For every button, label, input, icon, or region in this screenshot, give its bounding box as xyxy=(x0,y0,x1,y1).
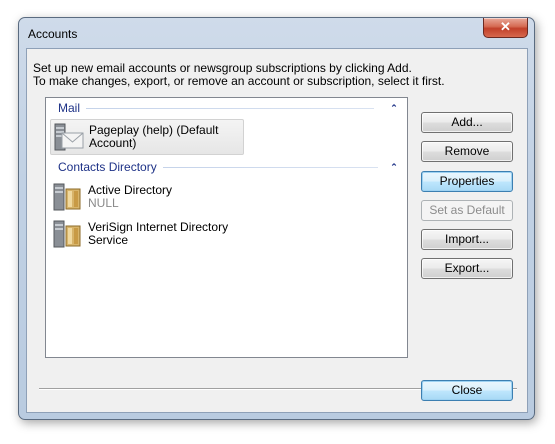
group-header-label: Mail xyxy=(58,101,81,115)
group-divider xyxy=(86,107,375,109)
instructions-line-2: To make changes, export, or remove an ac… xyxy=(33,74,445,88)
close-icon: ✕ xyxy=(500,19,511,34)
import-button[interactable]: Import... xyxy=(421,229,513,250)
properties-button[interactable]: Properties xyxy=(421,171,513,192)
list-item-verisign-directory[interactable]: VeriSign Internet Directory Service xyxy=(50,217,244,253)
set-as-default-button: Set as Default xyxy=(421,200,513,221)
dialog-client-area: Set up new email accounts or newsgroup s… xyxy=(26,48,528,413)
directory-name: VeriSign Internet Directory Service xyxy=(88,220,229,247)
group-header-contacts-directory[interactable]: Contacts Directory xyxy=(58,160,403,174)
mail-envelope-icon xyxy=(53,121,85,153)
accounts-dialog: Accounts ✕ Set up new email accounts or … xyxy=(18,17,535,420)
group-divider xyxy=(162,166,378,168)
directory-server-icon xyxy=(52,181,84,213)
collapse-mail-chevron-icon[interactable]: ⌃ xyxy=(389,103,399,113)
group-header-mail[interactable]: Mail xyxy=(58,101,403,115)
add-button[interactable]: Add... xyxy=(421,112,513,133)
accounts-list[interactable]: Mail ⌃ Pageplay (help) (Default Account)… xyxy=(45,97,408,358)
group-header-label: Contacts Directory xyxy=(58,160,157,174)
list-item-active-directory[interactable]: Active Directory NULL xyxy=(50,180,244,216)
list-item-pageplay-account[interactable]: Pageplay (help) (Default Account) xyxy=(50,119,244,155)
account-name: Pageplay (help) (Default Account) xyxy=(89,123,219,150)
close-button[interactable]: Close xyxy=(421,380,513,401)
dialog-title: Accounts xyxy=(28,27,78,41)
remove-button[interactable]: Remove xyxy=(421,141,513,162)
export-button[interactable]: Export... xyxy=(421,258,513,279)
directory-name: Active Directory NULL xyxy=(88,183,173,210)
instructions-text: Set up new email accounts or newsgroup s… xyxy=(33,62,445,88)
collapse-contacts-chevron-icon[interactable]: ⌃ xyxy=(389,162,399,172)
directory-server-icon xyxy=(52,218,84,250)
close-window-button[interactable]: ✕ xyxy=(483,18,528,38)
